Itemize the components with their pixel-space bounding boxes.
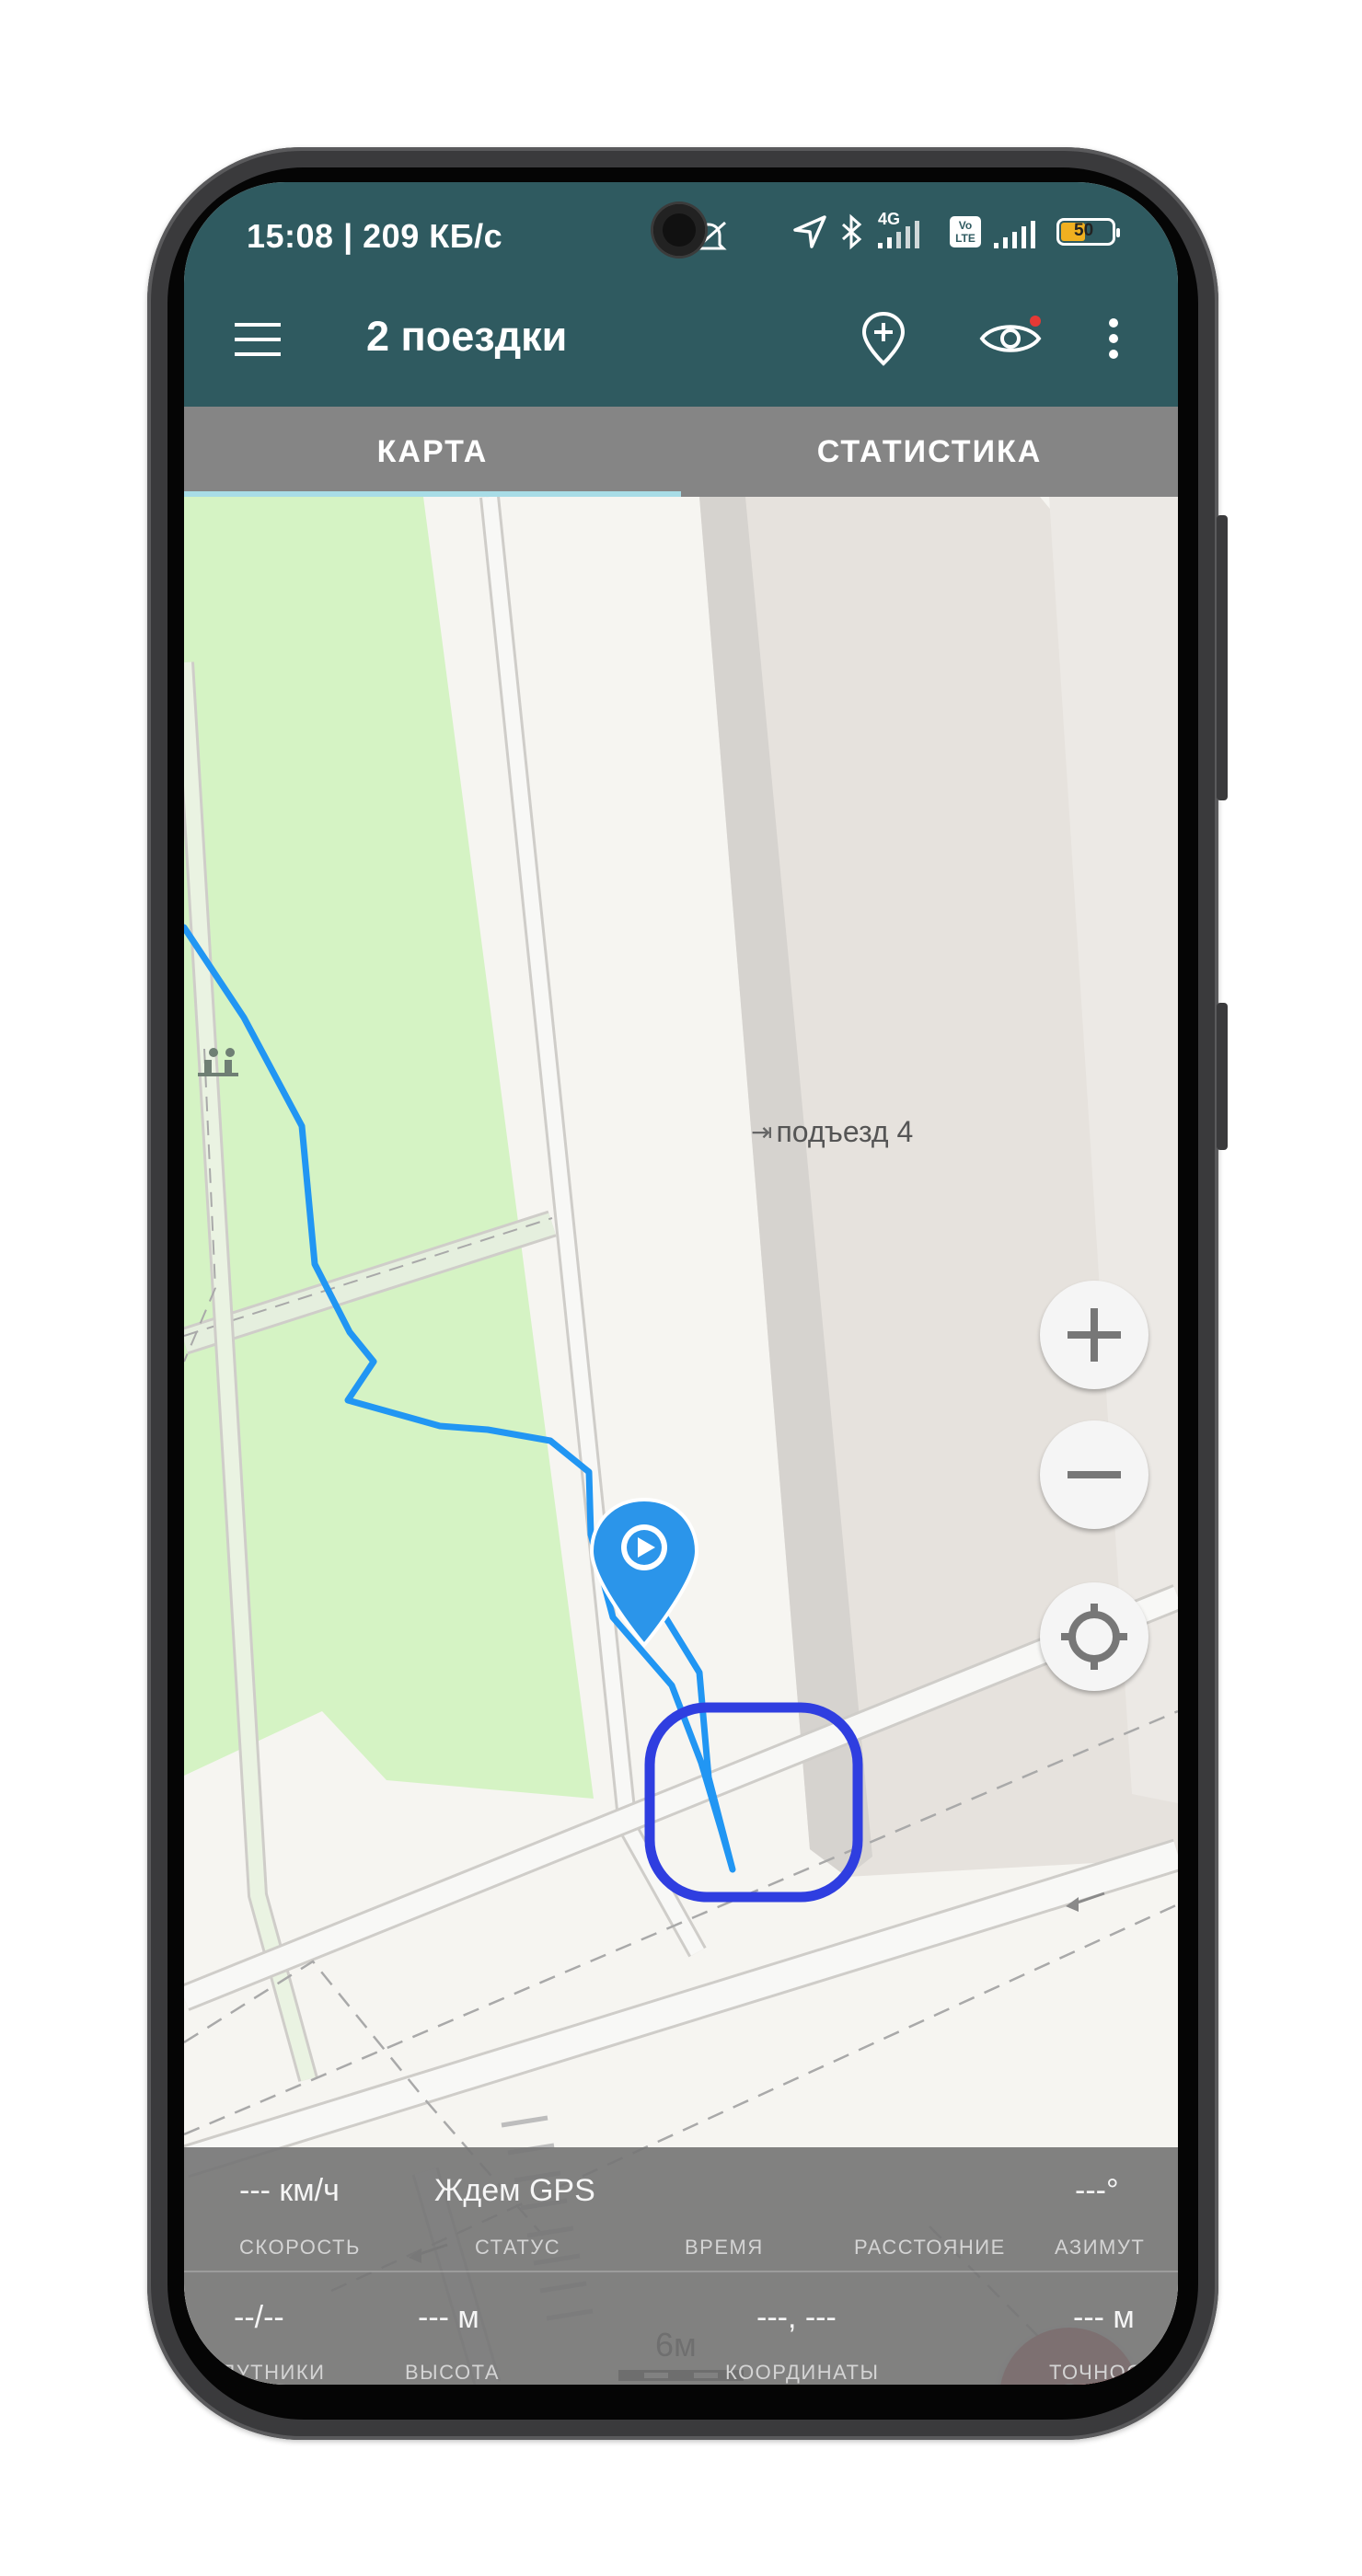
tab-indicator: [184, 491, 681, 497]
zoom-in-button[interactable]: [1040, 1281, 1148, 1389]
app-title: 2 поездки: [366, 313, 568, 360]
panel-divider: [184, 2271, 1178, 2272]
status-time: 15:08 | 209 КБ/с: [247, 217, 503, 255]
battery-icon: 50: [1056, 218, 1120, 246]
more-vert-icon: [1109, 318, 1118, 359]
poi-label: подъезд 4: [776, 1115, 914, 1148]
altitude-value: --- м: [418, 2300, 479, 2335]
crosshair-icon: [1061, 1604, 1127, 1670]
minus-icon: [1068, 1471, 1121, 1478]
tab-statistics[interactable]: СТАТИСТИКА: [681, 407, 1178, 497]
map-view[interactable]: ⇥ подъезд 4 6м: [184, 495, 1178, 2385]
eye-icon: [979, 316, 1042, 352]
accuracy-label: ТОЧНОСТЬ: [1049, 2361, 1171, 2384]
phone-power-button: [1217, 1003, 1228, 1150]
app-bar: 2 поездки: [184, 269, 1178, 407]
volte-badge: Vo LTE: [950, 216, 981, 247]
coords-value: ---, ---: [756, 2300, 837, 2335]
add-marker-button[interactable]: [847, 302, 920, 375]
bluetooth-icon: [842, 213, 862, 250]
status-label: СТАТУС: [475, 2236, 561, 2259]
speed-value: --- км/ч: [239, 2173, 340, 2208]
phone-volume-button: [1217, 515, 1228, 800]
more-button[interactable]: [1095, 302, 1132, 375]
satellites-value: --/--: [234, 2300, 284, 2335]
azimuth-label: АЗИМУТ: [1055, 2236, 1146, 2259]
speed-label: СКОРОСТЬ: [239, 2236, 361, 2259]
stats-panel: --- км/ч Ждем GPS ---° СКОРОСТЬ СТАТУС В…: [184, 2147, 1178, 2385]
azimuth-value: ---°: [1075, 2173, 1119, 2208]
poi-entrance: ⇥ подъезд 4: [751, 1115, 913, 1149]
add-marker-icon: [861, 311, 906, 366]
status-icons: 4G Vo LTE 50: [791, 210, 1120, 250]
map-canvas: [184, 495, 1178, 2385]
time-label: ВРЕМЯ: [685, 2236, 764, 2259]
satellites-label: СПУТНИКИ: [204, 2361, 326, 2384]
signal-4g: 4G: [874, 210, 939, 250]
accuracy-value: --- м: [1073, 2300, 1135, 2335]
signal-icon-2: [994, 221, 1035, 248]
status-bar: 15:08 | 209 КБ/с 4G Vo LTE 50: [184, 182, 1178, 269]
status-value: Ждем GPS: [434, 2173, 595, 2208]
menu-icon: [235, 323, 281, 356]
front-camera: [653, 204, 705, 256]
entrance-icon: ⇥: [751, 1118, 773, 1146]
zoom-out-button[interactable]: [1040, 1420, 1148, 1529]
my-location-button[interactable]: [1040, 1582, 1148, 1691]
signal-icon: [878, 221, 919, 248]
distance-label: РАССТОЯНИЕ: [854, 2236, 1006, 2259]
altitude-label: ВЫСОТА: [405, 2361, 501, 2384]
menu-button[interactable]: [221, 307, 294, 372]
coords-label: КООРДИНАТЫ: [725, 2361, 880, 2384]
tab-map[interactable]: КАРТА: [184, 407, 681, 497]
visibility-button[interactable]: [972, 302, 1049, 375]
phone-screen: ⇥ подъезд 4 6м: [184, 182, 1178, 2385]
location-icon: [793, 215, 826, 248]
battery-level: 50: [1074, 221, 1094, 240]
plus-icon: [1068, 1308, 1121, 1362]
tab-bar: КАРТА СТАТИСТИКА: [184, 407, 1178, 497]
